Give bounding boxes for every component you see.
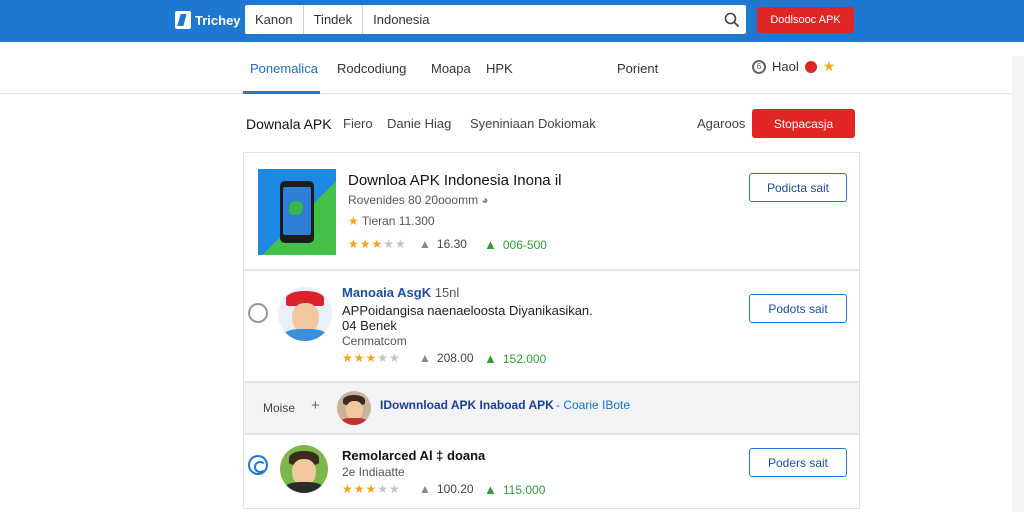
download-apk-button[interactable]: Dodlsooc APK xyxy=(757,7,854,33)
tab-rodcodiung[interactable]: Rodcodiung xyxy=(337,61,406,76)
band-title[interactable]: IDownnload APK Inaboad APK xyxy=(380,398,554,412)
app-publisher: 2e Indiaatte xyxy=(342,465,405,479)
download-icon: ▲ xyxy=(484,351,497,366)
app-description: APPoidangisa naenaeloosta Diyanikasikan. xyxy=(342,303,593,318)
subnav-fiero[interactable]: Fiero xyxy=(343,116,373,131)
tab-ponemalica[interactable]: Ponemalica xyxy=(250,61,318,76)
app-publisher: 04 Benek xyxy=(342,318,397,333)
band-subtitle[interactable]: - Coarie IBote xyxy=(556,398,630,412)
app-downloads: ▲ 115.000 xyxy=(484,482,545,497)
app-thumbnail[interactable] xyxy=(258,169,336,255)
rating-stars: ★★★★★ xyxy=(342,482,401,496)
install-button[interactable]: Poders sait xyxy=(749,448,847,477)
app-likes: ▲ 100.20 xyxy=(419,482,474,496)
like-icon: ▲ xyxy=(419,237,431,251)
active-tab-indicator xyxy=(243,91,320,94)
downloads-count: 115.000 xyxy=(502,482,546,497)
app-category: Cenmatcom xyxy=(342,334,407,348)
downloads-count: 152.000 xyxy=(502,351,547,366)
likes-count: 100.20 xyxy=(436,482,474,496)
app-downloads: ▲ 152.000 xyxy=(484,351,546,366)
app-avatar xyxy=(278,287,332,341)
search-bar[interactable]: Kanon Tindek Indonesia xyxy=(245,5,746,34)
downloads-count: 006-500 xyxy=(502,237,547,252)
rating-stars: ★★★★★ xyxy=(342,351,401,365)
tab-moapa[interactable]: Moapa xyxy=(431,61,471,76)
search-segment-2[interactable]: Tindek xyxy=(304,5,364,34)
refresh-icon[interactable] xyxy=(248,455,268,475)
app-title[interactable]: Downloa APK Indonesia Inona il xyxy=(348,172,561,189)
band-avatar xyxy=(337,391,371,425)
likes-count: 16.30 xyxy=(436,237,467,251)
stopacasja-button[interactable]: Stopacasja xyxy=(752,109,855,138)
app-publisher-text: Rovenides 80 20ooomm xyxy=(348,193,479,207)
app-avatar xyxy=(280,445,328,493)
like-icon: ▲ xyxy=(419,482,431,496)
like-icon: ▲ xyxy=(419,351,431,365)
search-input[interactable]: Indonesia xyxy=(363,5,718,34)
phone-icon xyxy=(280,181,314,243)
install-button[interactable]: Podots sait xyxy=(749,294,847,323)
account-icon: 6 xyxy=(752,59,766,74)
app-likes: ▲ 16.30 xyxy=(419,237,467,251)
main-nav: Ponemalica Rodcodiung Moapa HPK Porient … xyxy=(0,42,1024,94)
download-icon: ▲ xyxy=(484,237,497,252)
help-icon[interactable] xyxy=(248,303,268,323)
subnav-danie-hiag[interactable]: Danie Hiag xyxy=(387,116,451,131)
search-segment-1[interactable]: Kanon xyxy=(245,5,304,34)
app-publisher: Rovenides 80 20ooomm ◕ xyxy=(348,193,489,207)
band-label: Moise xyxy=(263,401,296,415)
rating-stars: ★★★★★ xyxy=(348,237,407,251)
app-title-suffix: 15nl xyxy=(434,285,460,300)
install-button[interactable]: Podicta sait xyxy=(749,173,847,202)
app-extra-text: Tieran 11.300 xyxy=(361,214,435,228)
tab-hpk[interactable]: HPK xyxy=(486,61,513,76)
app-likes: ▲ 208.00 xyxy=(419,351,474,365)
add-icon[interactable]: + xyxy=(311,397,320,414)
account-label: Haol xyxy=(772,59,799,74)
tab-porient[interactable]: Porient xyxy=(617,61,658,76)
app-title[interactable]: Remolarced Al ‡ doana xyxy=(342,448,485,463)
subnav-download-apk[interactable]: Downala APK xyxy=(246,116,332,132)
app-title-text: Manoaia AsgK xyxy=(342,285,432,300)
likes-count: 208.00 xyxy=(436,351,474,365)
promo-band[interactable]: Moise + IDownnload APK Inaboad APK - Coa… xyxy=(243,382,860,434)
sub-nav: Downala APK Fiero Danie Hiag Syeniniaan … xyxy=(0,106,1024,142)
logo-icon xyxy=(175,11,191,29)
search-icon[interactable] xyxy=(718,5,746,34)
subnav-agaroos[interactable]: Agaroos xyxy=(697,116,745,131)
star-icon[interactable]: ★ xyxy=(823,58,836,75)
download-icon: ▲ xyxy=(484,482,497,497)
logo-text: Trichey xyxy=(195,12,241,28)
app-card-featured[interactable]: Downloa APK Indonesia Inona il Rovenides… xyxy=(243,152,860,270)
notification-icon[interactable] xyxy=(804,60,817,73)
app-downloads: ▲ 006-500 xyxy=(484,237,547,252)
site-logo[interactable]: Trichey xyxy=(175,9,241,31)
top-bar: Trichey Kanon Tindek Indonesia Dodlsooc … xyxy=(0,0,1024,42)
verified-icon: ◕ xyxy=(481,193,489,207)
app-card[interactable]: Remolarced Al ‡ doana 2e Indiaatte ★★★★★… xyxy=(243,434,860,509)
nav-account[interactable]: 6 Haol ★ xyxy=(752,58,835,75)
subnav-syeniniaan[interactable]: Syeniniaan Dokiomak xyxy=(470,116,596,131)
app-card[interactable]: Manoaia AsgK 15nl APPoidangisa naenaeloo… xyxy=(243,270,860,382)
page-scrollbar[interactable] xyxy=(1012,56,1024,512)
app-extra: ★ Tieran 11.300 xyxy=(348,214,435,228)
star-icon: ★ xyxy=(348,214,359,228)
app-title[interactable]: Manoaia AsgK 15nl xyxy=(342,285,459,300)
